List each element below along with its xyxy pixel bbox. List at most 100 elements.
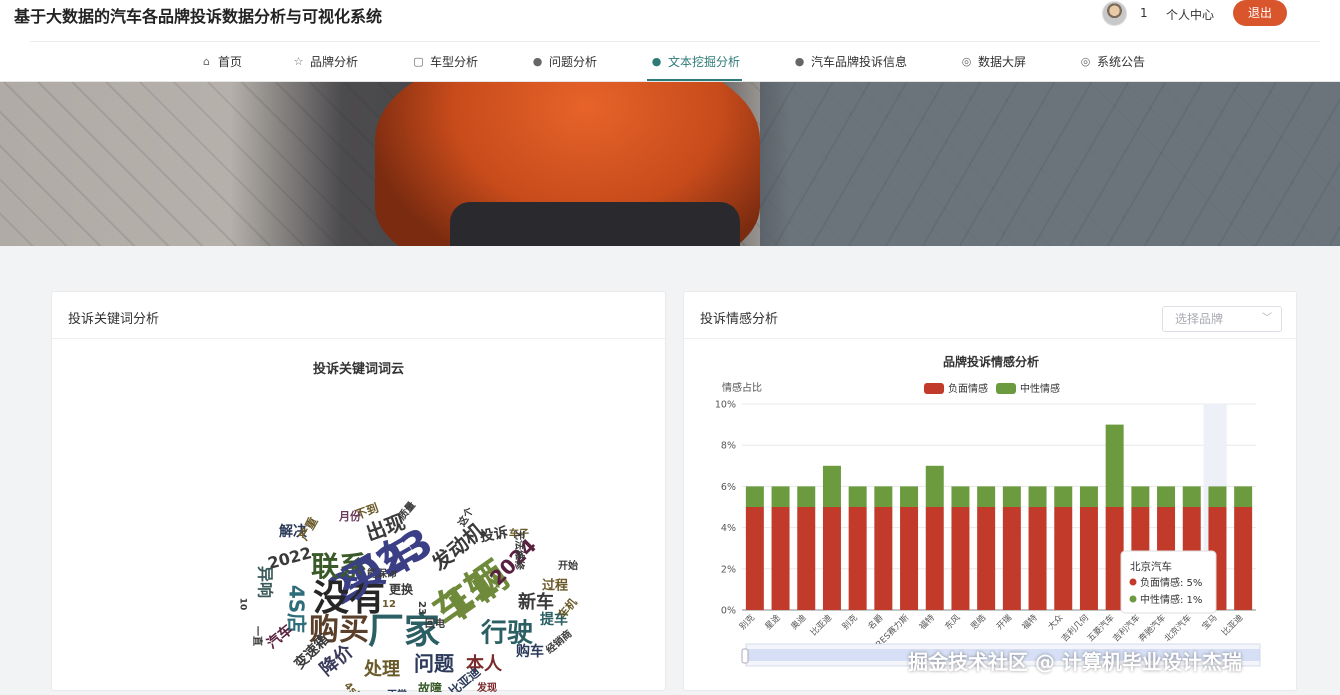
bell-icon: ◎: [1080, 55, 1091, 68]
user-center-link[interactable]: 个人中心: [1166, 6, 1214, 23]
bar-segment[interactable]: [977, 507, 996, 610]
bar-segment[interactable]: [1131, 486, 1150, 507]
keyword-card: 投诉关键词分析 投诉关键词词云 2023 车辆 没有 厂家 联系 购买 4S店 行驶 发动机 20…: [51, 291, 666, 692]
bar-segment[interactable]: [797, 507, 816, 610]
bar-segment[interactable]: [951, 486, 970, 507]
bar-segment[interactable]: [874, 486, 893, 507]
x-tick-label: 别克: [841, 613, 860, 632]
bar-segment[interactable]: [900, 507, 919, 610]
logout-button[interactable]: 退出: [1233, 0, 1287, 26]
x-tick-label: 名爵: [866, 612, 886, 632]
nav-home[interactable]: ⌂ 首页: [200, 53, 242, 70]
tooltip-neg-dot: [1129, 578, 1137, 586]
bar-segment[interactable]: [1002, 486, 1021, 507]
nav-model-analysis[interactable]: ▢ 车型分析: [412, 53, 478, 70]
bar-segment[interactable]: [1234, 486, 1253, 507]
nav-announcement-label: 系统公告: [1097, 55, 1146, 69]
wordcloud-word: 处理: [363, 658, 400, 680]
bar-segment[interactable]: [900, 486, 919, 507]
star-icon: ☆: [293, 55, 304, 68]
wordcloud-word: 月份: [338, 509, 362, 523]
x-tick-label: 奥迪: [789, 612, 809, 632]
bar-segment[interactable]: [771, 486, 790, 507]
wordcloud-word: 厂家: [368, 611, 440, 652]
bar-segment[interactable]: [745, 486, 764, 507]
tooltip-brand: 北京汽车: [1130, 560, 1172, 573]
nav-brand-analysis[interactable]: ☆ 品牌分析: [292, 53, 358, 70]
bar-segment[interactable]: [1079, 507, 1098, 610]
wordcloud-word: 12: [382, 599, 396, 610]
nav-data-screen[interactable]: ◎ 数据大屏: [960, 53, 1026, 70]
legend-label[interactable]: 中性情感: [1020, 382, 1060, 395]
bar-segment[interactable]: [1028, 507, 1047, 610]
bar-segment[interactable]: [848, 486, 867, 507]
nav-announcement[interactable]: ◎ 系统公告: [1079, 53, 1145, 70]
tooltip-neu: 中性情感: 1%: [1140, 593, 1202, 606]
bar-segment[interactable]: [1208, 486, 1227, 507]
bar-segment[interactable]: [745, 507, 764, 610]
bar-segment[interactable]: [771, 507, 790, 610]
y-tick-label: 6%: [721, 482, 736, 493]
bar-segment[interactable]: [1002, 507, 1021, 610]
x-tick-label: 比亚迪: [1219, 612, 1245, 638]
legend-label[interactable]: 负面情感: [948, 382, 988, 395]
bar-segment[interactable]: [1157, 486, 1176, 507]
y-tick-label: 4%: [721, 523, 736, 534]
banner-carousel[interactable]: [0, 82, 1340, 246]
bar-segment[interactable]: [1054, 486, 1073, 507]
nav-complaint-info[interactable]: ● 汽车品牌投诉信息: [793, 53, 907, 70]
bar-segment[interactable]: [874, 507, 893, 610]
bar-segment[interactable]: [848, 507, 867, 610]
x-tick-label: 比亚迪: [808, 612, 834, 638]
x-tick-label: 奔驰汽车: [1136, 612, 1168, 644]
nav-text-mining[interactable]: ● 文本挖掘分析: [650, 53, 740, 70]
wordcloud-word: 10: [238, 598, 248, 611]
nav-complaint-label: 汽车品牌投诉信息: [811, 55, 908, 69]
info-icon: ●: [794, 55, 805, 68]
watermark: 掘金技术社区 @ 计算机毕业设计杰瑞: [908, 650, 1242, 674]
legend-swatch[interactable]: [996, 383, 1016, 394]
avatar[interactable]: [1102, 1, 1127, 26]
sentiment-card: 投诉情感分析 选择品牌 ﹀ 品牌投诉情感分析 情感占比 负面情感 中性情感 0% 2% 4% 6…: [683, 291, 1297, 691]
bar-segment[interactable]: [1028, 486, 1047, 507]
wordcloud-word: 开始: [558, 559, 578, 572]
legend-swatch[interactable]: [924, 383, 944, 394]
nav-data-screen-label: 数据大屏: [978, 55, 1027, 69]
bar-segment[interactable]: [951, 507, 970, 610]
wordcloud-word: 购车: [516, 643, 544, 660]
bar-segment[interactable]: [925, 507, 944, 610]
x-tick-label: 大众: [1046, 612, 1066, 632]
bar-segment[interactable]: [1234, 507, 1253, 610]
bar-segment[interactable]: [977, 486, 996, 507]
bar-segment[interactable]: [925, 465, 944, 507]
question-icon: ●: [651, 55, 662, 68]
nav-issue-analysis[interactable]: ● 问题分析: [531, 53, 597, 70]
user-name[interactable]: 1: [1140, 6, 1148, 20]
bar-segment[interactable]: [822, 465, 841, 507]
bar-segment[interactable]: [1105, 424, 1124, 507]
y-tick-label: 10%: [715, 400, 736, 411]
app-title: 基于大数据的汽车各品牌投诉数据分析与可视化系统: [14, 7, 383, 26]
x-tick-label: 五菱汽车: [1085, 612, 1117, 644]
bar-segment[interactable]: [822, 507, 841, 610]
x-tick-label: 福特: [1020, 612, 1040, 632]
wordcloud-word: 23: [416, 601, 427, 615]
wordcloud-word: 一直: [251, 626, 264, 646]
x-tick-label: 思皓: [968, 612, 988, 632]
home-icon: ⌂: [203, 55, 210, 68]
monitor-icon: ◎: [961, 55, 972, 68]
x-tick-label: 别克: [738, 613, 757, 632]
bar-segment[interactable]: [1079, 486, 1098, 507]
wordcloud-word: 回电: [425, 617, 445, 630]
zoom-slider-handle[interactable]: [741, 648, 749, 664]
bar-segment[interactable]: [797, 486, 816, 507]
nav-home-label: 首页: [218, 55, 243, 69]
x-tick-label: 北京汽车: [1162, 612, 1194, 644]
banner-car-grille: [450, 202, 740, 246]
wordcloud-word: 投诉: [479, 524, 510, 546]
bar-segment[interactable]: [1054, 507, 1073, 610]
y-tick-label: 8%: [721, 441, 736, 452]
bar-segment[interactable]: [1182, 486, 1201, 507]
x-tick-label: 福特: [917, 612, 937, 632]
tooltip-neu-dot: [1129, 595, 1137, 603]
